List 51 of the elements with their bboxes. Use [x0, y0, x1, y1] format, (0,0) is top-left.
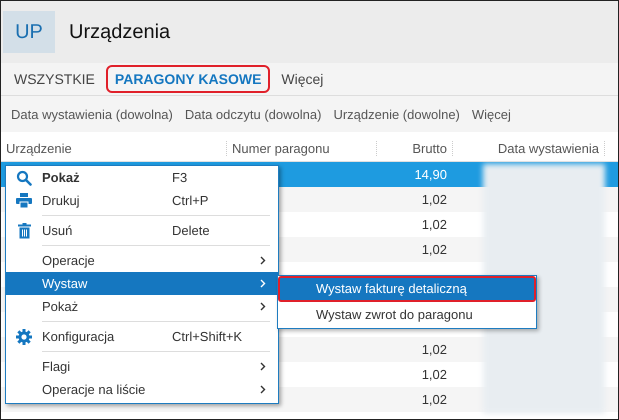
chevron-icon	[260, 279, 266, 288]
menu-item-label: Pokaż	[42, 170, 81, 185]
menu-item-label: Usuń	[42, 223, 74, 238]
shortcut-label: F3	[172, 170, 188, 185]
menu-item[interactable]: Flagi	[6, 355, 278, 378]
shortcut-label: Ctrl+Shift+K	[172, 329, 244, 344]
printer-icon	[16, 193, 32, 208]
search-icon	[16, 170, 32, 186]
menu-item[interactable]: Konfiguracja Ctrl+Shift+K	[6, 325, 278, 348]
column-header[interactable]: Urządzenie	[1, 141, 227, 156]
filter-button[interactable]: Urządzenie (dowolne)	[327, 106, 466, 122]
settings-icon	[16, 328, 32, 344]
chevron-icon	[260, 362, 266, 371]
chevron-icon	[260, 302, 266, 311]
shortcut-label: Ctrl+P	[172, 193, 210, 208]
table-cell: 14,90	[414, 167, 447, 182]
column-header[interactable]: Data wystawienia	[453, 141, 605, 156]
menu-item[interactable]: Wystaw fakturę detaliczną	[278, 276, 536, 302]
menu-item[interactable]: Drukuj Ctrl+P	[6, 189, 278, 212]
trash-icon	[18, 222, 30, 238]
menu-item[interactable]: Wystaw zwrot do paragonu	[278, 302, 536, 328]
table-cell: 1,02	[422, 367, 447, 382]
column-header[interactable]: Numer paragonu	[227, 141, 377, 156]
chevron-icon	[260, 256, 266, 265]
app-logo: UP	[3, 11, 55, 53]
table-cell: 1,02	[422, 217, 447, 232]
menu-item[interactable]: Pokaż	[6, 295, 278, 318]
menu-item-label: Flagi	[42, 359, 72, 374]
table-cell: 1,02	[422, 392, 447, 407]
page-title: Urządzenia	[69, 20, 170, 44]
menu-item[interactable]: Operacje	[6, 249, 278, 272]
menu-item-label: Konfiguracja	[42, 329, 116, 344]
chevron-icon	[260, 385, 266, 394]
menu-item[interactable]: Usuń Delete	[6, 219, 278, 242]
menu-item[interactable]: Wystaw	[6, 272, 278, 295]
filter-button[interactable]: Data odczytu (dowolna)	[178, 106, 328, 122]
table-cell: 1,02	[422, 192, 447, 207]
tab[interactable]: WSZYSTKIE	[5, 65, 104, 93]
tab[interactable]: PARAGONY KASOWE	[106, 65, 270, 93]
tab[interactable]: Więcej	[272, 65, 332, 93]
menu-item-label: Drukuj	[42, 193, 81, 208]
table-cell: 1,02	[422, 242, 447, 257]
menu-item[interactable]: Pokaż F3	[6, 166, 278, 189]
menu-item-label: Pokaż	[42, 299, 80, 314]
column-header[interactable]: Brutto	[377, 141, 453, 156]
filter-button[interactable]: Data wystawienia (dowolna)	[5, 106, 179, 122]
menu-item-label: Operacje	[42, 253, 96, 268]
table-cell: 1,02	[422, 342, 447, 357]
shortcut-label: Delete	[172, 223, 211, 238]
menu-item-label: Wystaw	[42, 276, 88, 291]
filter-button[interactable]: Więcej	[466, 106, 517, 122]
